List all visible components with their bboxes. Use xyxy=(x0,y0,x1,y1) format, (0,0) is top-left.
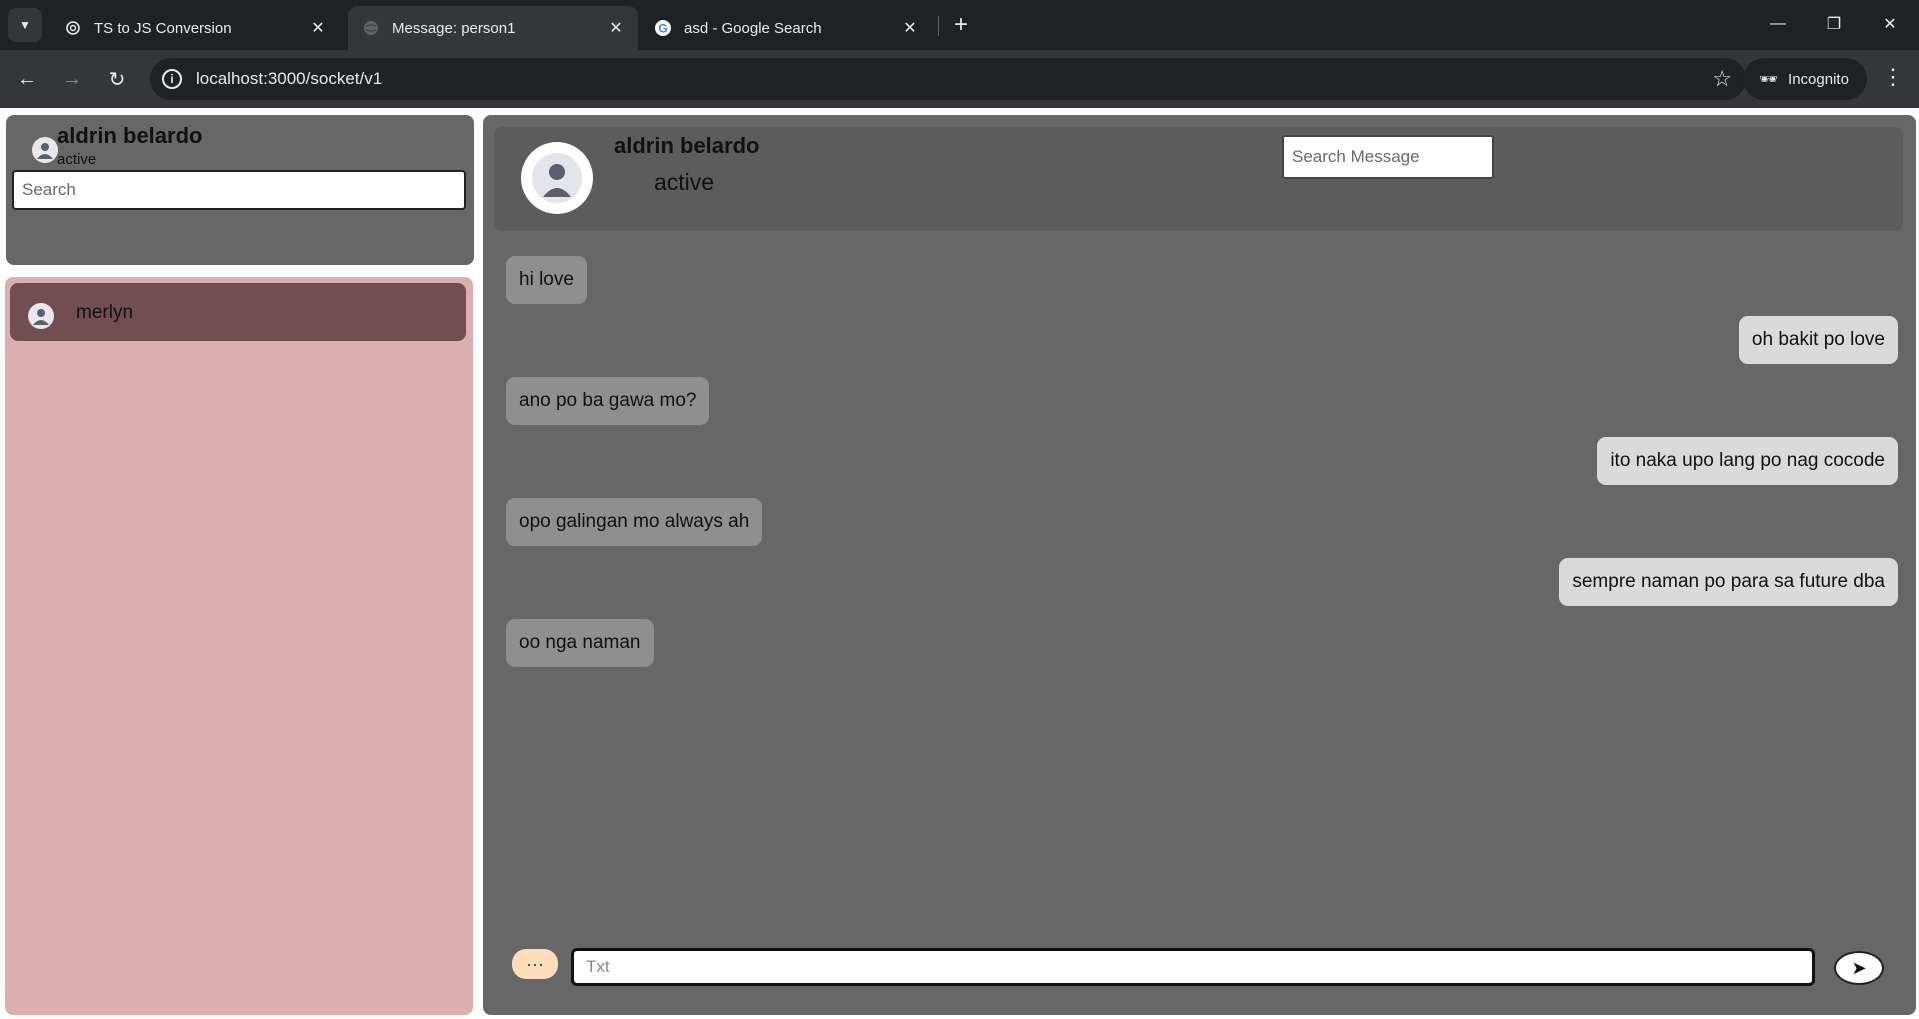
avatar xyxy=(32,137,58,163)
url-text: localhost:3000/socket/v1 xyxy=(196,69,383,88)
restore-button[interactable]: ❐ xyxy=(1814,10,1854,38)
chat-panel: aldrin belardo active hi love oh bakit p… xyxy=(483,115,1916,1015)
browser-toolbar: ← → ↻ i localhost:3000/socket/v1 ☆ 🕶 Inc… xyxy=(0,50,1919,108)
content-top-edge xyxy=(0,108,1919,112)
tab-search-button[interactable]: ▼ xyxy=(8,8,42,42)
message-input[interactable] xyxy=(571,948,1815,986)
user-icon xyxy=(33,309,49,325)
tab-google-search[interactable]: G asd - Google Search ✕ xyxy=(640,6,932,50)
info-icon[interactable]: i xyxy=(162,69,182,89)
message-bubble-incoming: hi love xyxy=(506,256,587,304)
message-bubble-incoming: oo nga naman xyxy=(506,619,654,667)
contact-item[interactable]: merlyn xyxy=(10,283,466,341)
message-bubble-incoming: opo galingan mo always ah xyxy=(506,498,763,546)
profile-panel: aldrin belardo active xyxy=(6,115,474,265)
close-icon[interactable]: ✕ xyxy=(900,18,920,38)
chevron-down-icon: ▼ xyxy=(19,18,31,32)
forward-button[interactable]: → xyxy=(57,64,87,94)
profile-status: active xyxy=(57,151,97,168)
tab-separator xyxy=(938,16,939,36)
contact-search-input[interactable] xyxy=(12,170,466,210)
more-menu-icon[interactable]: ⋮ xyxy=(1882,64,1904,90)
close-window-button[interactable]: ✕ xyxy=(1870,10,1910,38)
close-icon[interactable]: ✕ xyxy=(606,18,626,38)
contact-name: merlyn xyxy=(76,302,134,323)
incognito-label: Incognito xyxy=(1788,70,1849,88)
close-icon[interactable]: ✕ xyxy=(308,18,328,38)
star-icon[interactable]: ☆ xyxy=(1712,66,1732,92)
back-button[interactable]: ← xyxy=(12,64,42,94)
globe-icon xyxy=(362,19,380,37)
svg-text:G: G xyxy=(658,22,667,36)
message-bubble-outgoing: sempre naman po para sa future dba xyxy=(1559,558,1898,606)
new-tab-button[interactable]: + xyxy=(948,11,974,38)
tab-ts-to-js[interactable]: TS to JS Conversion ✕ xyxy=(50,6,340,50)
tab-title: asd - Google Search xyxy=(684,19,822,37)
tab-title: Message: person1 xyxy=(392,19,516,37)
incognito-icon: 🕶 xyxy=(1759,71,1779,88)
openai-icon xyxy=(64,19,82,37)
message-bubble-outgoing: ito naka upo lang po nag cocode xyxy=(1597,437,1898,485)
send-arrow-icon: ➤ xyxy=(1851,957,1867,978)
browser-tab-bar: ▼ TS to JS Conversion ✕ Message: person1… xyxy=(0,0,1919,50)
incognito-badge[interactable]: 🕶 Incognito xyxy=(1743,58,1867,100)
profile-name: aldrin belardo xyxy=(57,123,203,148)
contacts-panel: merlyn xyxy=(5,277,473,1015)
address-bar[interactable]: i localhost:3000/socket/v1 ☆ xyxy=(150,58,1746,100)
message-bubble-incoming: ano po ba gawa mo? xyxy=(506,377,710,425)
avatar xyxy=(28,303,54,329)
reload-button[interactable]: ↻ xyxy=(102,64,132,94)
minimize-button[interactable]: — xyxy=(1758,10,1798,38)
message-bubble-outgoing: oh bakit po love xyxy=(1738,316,1898,364)
google-icon: G xyxy=(654,19,672,37)
tab-message-person1[interactable]: Message: person1 ✕ xyxy=(348,6,638,50)
tab-title: TS to JS Conversion xyxy=(94,19,232,37)
user-icon xyxy=(37,143,53,159)
emoji-button[interactable]: ··· xyxy=(512,949,558,979)
send-button[interactable]: ➤ xyxy=(1834,951,1884,985)
message-list: hi love oh bakit po love ano po ba gawa … xyxy=(483,115,1916,1015)
